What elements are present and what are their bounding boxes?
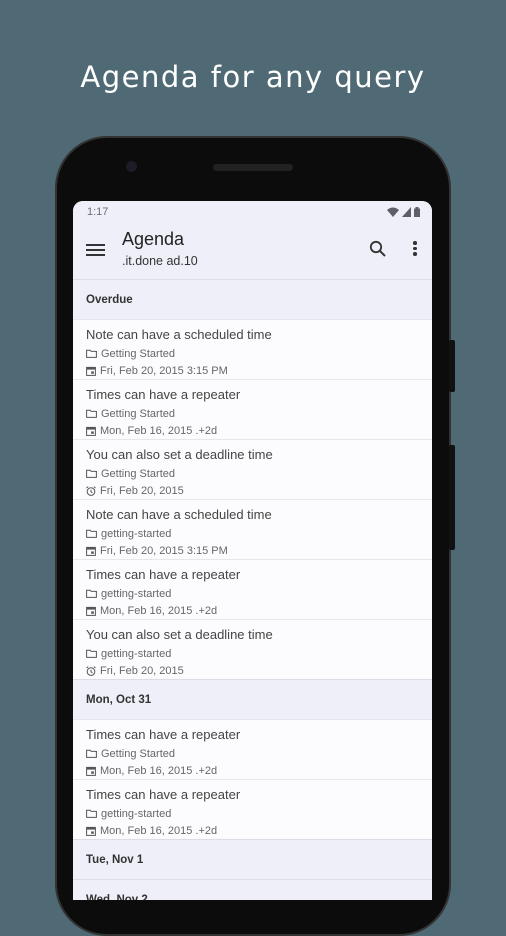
note-title: You can also set a deadline time xyxy=(86,627,273,642)
note-time: Mon, Feb 16, 2015 .+2d xyxy=(86,602,432,619)
app-bar: Agenda .it.done ad.10 xyxy=(73,223,432,279)
time-text: Fri, Feb 20, 2015 xyxy=(100,484,184,497)
section-header: Overdue xyxy=(73,279,432,319)
note-title: Times can have a repeater xyxy=(86,787,241,802)
time-text: Fri, Feb 20, 2015 xyxy=(100,664,184,677)
calendar-icon xyxy=(86,826,96,836)
book-name: Getting Started xyxy=(101,747,175,760)
note-book: Getting Started xyxy=(86,405,432,422)
note-title: You can also set a deadline time xyxy=(86,447,273,462)
agenda-item[interactable]: Times can have a repeater getting-started… xyxy=(73,559,432,619)
time-text: Fri, Feb 20, 2015 3:15 PM xyxy=(100,544,228,557)
menu-icon[interactable] xyxy=(86,241,105,261)
note-book: getting-started xyxy=(86,645,432,662)
agenda-item[interactable]: Times can have a repeater Getting Started… xyxy=(73,719,432,779)
time-text: Mon, Feb 16, 2015 .+2d xyxy=(100,764,218,777)
alarm-icon xyxy=(86,665,96,676)
note-book: Getting Started xyxy=(86,465,432,482)
folder-icon xyxy=(86,469,97,478)
folder-icon xyxy=(86,529,97,538)
folder-icon xyxy=(86,589,97,598)
folder-icon xyxy=(86,649,97,658)
phone-screen: 1:17 Agenda .it.done ad.10 Overdue Note c… xyxy=(73,201,432,900)
note-time: Mon, Feb 16, 2015 .+2d xyxy=(86,422,432,439)
note-time: Fri, Feb 20, 2015 xyxy=(86,662,432,679)
note-book: getting-started xyxy=(86,525,432,542)
time-text: Mon, Feb 16, 2015 .+2d xyxy=(100,604,218,617)
agenda-item[interactable]: You can also set a deadline time Getting … xyxy=(73,439,432,499)
agenda-item[interactable]: You can also set a deadline time getting-… xyxy=(73,619,432,679)
agenda-item[interactable]: Note can have a scheduled time Getting St… xyxy=(73,319,432,379)
promo-headline: Agenda for any query xyxy=(80,60,426,94)
note-time: Fri, Feb 20, 2015 3:15 PM xyxy=(86,362,432,379)
book-name: getting-started xyxy=(101,587,172,600)
note-time: Mon, Feb 16, 2015 .+2d xyxy=(86,822,432,839)
time-text: Mon, Feb 16, 2015 .+2d xyxy=(100,824,218,837)
calendar-icon xyxy=(86,366,96,376)
calendar-icon xyxy=(86,426,96,436)
agenda-list: Overdue Note can have a scheduled time Get… xyxy=(73,279,432,900)
book-name: getting-started xyxy=(101,527,172,540)
note-book: getting-started xyxy=(86,805,432,822)
note-book: Getting Started xyxy=(86,745,432,762)
note-time: Mon, Feb 16, 2015 .+2d xyxy=(86,762,432,779)
power-button xyxy=(449,340,455,392)
folder-icon xyxy=(86,349,97,358)
volume-button xyxy=(449,445,455,550)
section-header: Mon, Oct 31 xyxy=(73,679,432,719)
search-icon[interactable] xyxy=(368,239,388,259)
note-book: getting-started xyxy=(86,585,432,602)
earpiece-speaker xyxy=(213,164,293,171)
battery-icon xyxy=(414,207,420,217)
front-camera xyxy=(126,161,137,172)
status-bar: 1:17 xyxy=(73,201,432,223)
time-text: Mon, Feb 16, 2015 .+2d xyxy=(100,424,218,437)
note-book: Getting Started xyxy=(86,345,432,362)
folder-icon xyxy=(86,749,97,758)
calendar-icon xyxy=(86,766,96,776)
calendar-icon xyxy=(86,546,96,556)
note-title: Note can have a scheduled time xyxy=(86,327,272,342)
section-header: Wed, Nov 2 xyxy=(73,879,432,900)
note-title: Note can have a scheduled time xyxy=(86,507,272,522)
calendar-icon xyxy=(86,606,96,616)
status-time: 1:17 xyxy=(87,206,109,218)
agenda-item[interactable]: Times can have a repeater Getting Started… xyxy=(73,379,432,439)
time-text: Fri, Feb 20, 2015 3:15 PM xyxy=(100,364,228,377)
note-title: Times can have a repeater xyxy=(86,567,241,582)
more-options-icon[interactable] xyxy=(410,239,420,259)
book-name: getting-started xyxy=(101,807,172,820)
note-time: Fri, Feb 20, 2015 xyxy=(86,482,432,499)
note-title: Times can have a repeater xyxy=(86,727,241,742)
book-name: Getting Started xyxy=(101,347,175,360)
folder-icon xyxy=(86,809,97,818)
agenda-item[interactable]: Note can have a scheduled time getting-st… xyxy=(73,499,432,559)
page-subtitle: .it.done ad.10 xyxy=(122,254,198,268)
agenda-item[interactable]: Times can have a repeater getting-started… xyxy=(73,779,432,839)
note-title: Times can have a repeater xyxy=(86,387,241,402)
book-name: getting-started xyxy=(101,647,172,660)
note-time: Fri, Feb 20, 2015 3:15 PM xyxy=(86,542,432,559)
folder-icon xyxy=(86,409,97,418)
signal-icon xyxy=(402,207,411,217)
wifi-icon xyxy=(387,207,399,217)
alarm-icon xyxy=(86,485,96,496)
section-header: Tue, Nov 1 xyxy=(73,839,432,879)
app-bar-titles: Agenda .it.done ad.10 xyxy=(122,229,198,268)
page-title: Agenda xyxy=(122,229,185,249)
book-name: Getting Started xyxy=(101,467,175,480)
status-icons xyxy=(387,207,420,217)
book-name: Getting Started xyxy=(101,407,175,420)
